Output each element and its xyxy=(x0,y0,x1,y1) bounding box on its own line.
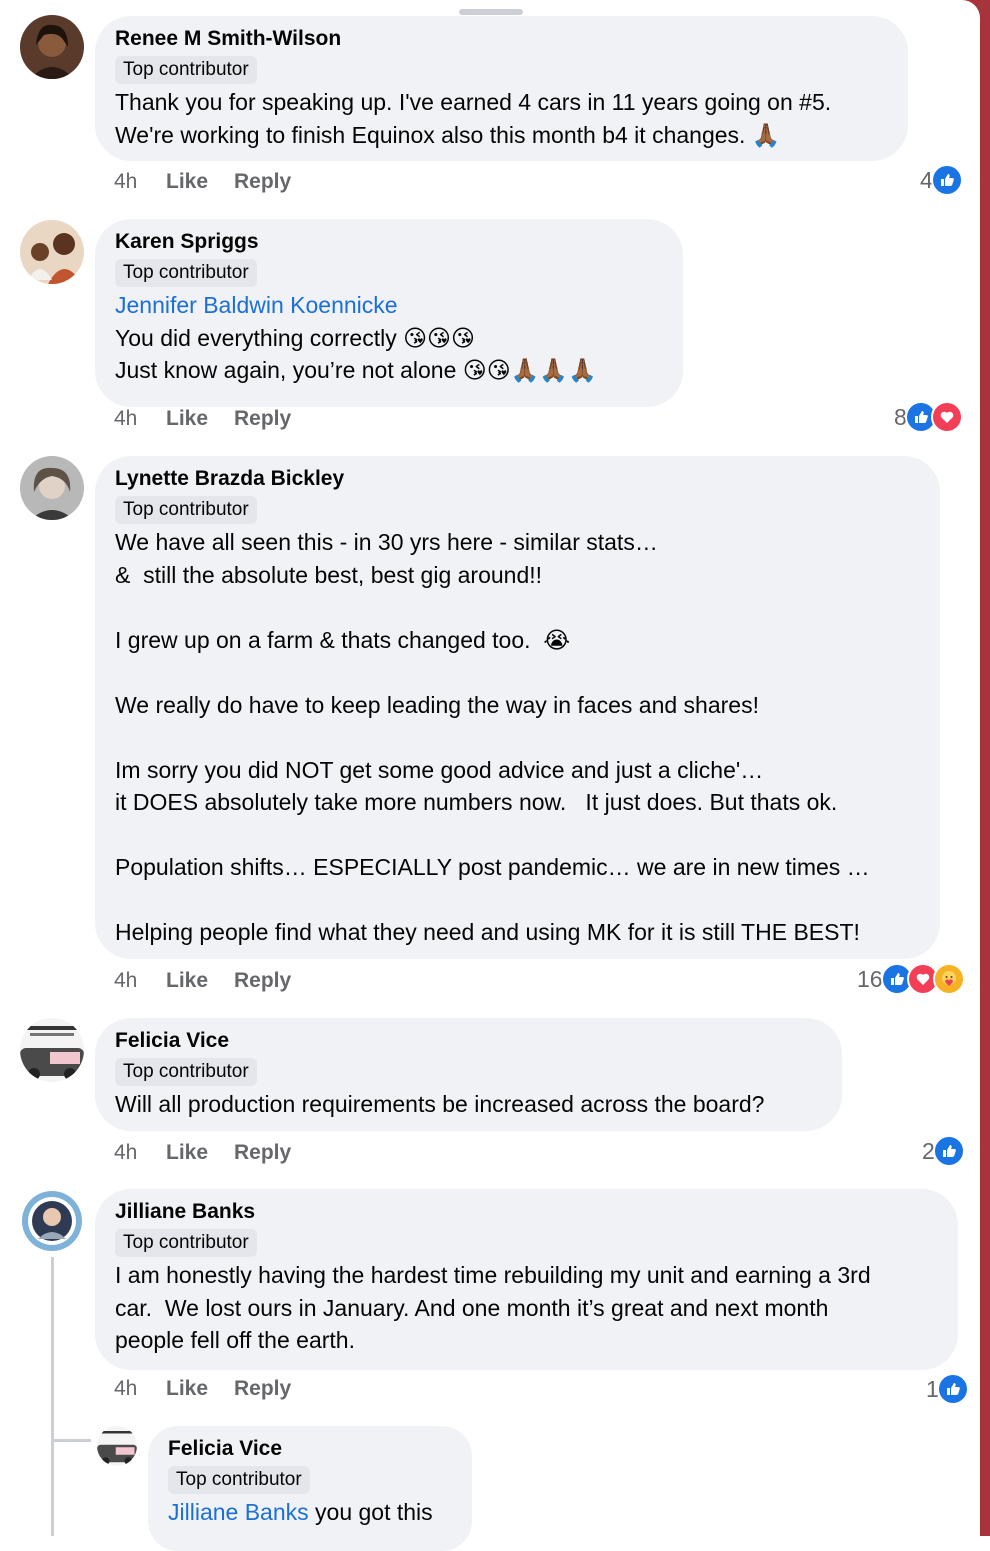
like-button[interactable]: Like xyxy=(166,407,234,431)
mention-link[interactable]: Jennifer Baldwin Koennicke xyxy=(115,289,663,322)
reply-text: Jilliane Banks you got this xyxy=(168,1496,452,1529)
comment: Felicia Vice Top contributor Will all pr… xyxy=(0,1010,980,1185)
like-button[interactable]: Like xyxy=(166,1141,234,1165)
top-contributor-badge[interactable]: Top contributor xyxy=(115,1229,257,1257)
top-contributor-badge[interactable]: Top contributor xyxy=(115,259,257,287)
comment: Lynette Brazda Bickley Top contributor W… xyxy=(0,450,980,1010)
reaction-summary[interactable]: 16 xyxy=(857,963,965,995)
mention-link[interactable]: Jilliane Banks xyxy=(168,1499,309,1525)
comment-text: Will all production requirements be incr… xyxy=(115,1088,822,1121)
comment-line xyxy=(115,591,920,624)
timestamp[interactable]: 4h xyxy=(114,1141,166,1165)
top-contributor-badge[interactable]: Top contributor xyxy=(115,496,257,524)
like-button[interactable]: Like xyxy=(166,1377,234,1401)
window-edge xyxy=(980,0,990,1536)
comment: Jilliane Banks Top contributor I am hone… xyxy=(0,1185,980,1551)
comment-line: Just know again, you’re not alone 😘😘🙏🏾🙏🏾… xyxy=(115,357,597,383)
timestamp[interactable]: 4h xyxy=(114,1377,166,1401)
comment-line: it DOES absolutely take more numbers now… xyxy=(115,789,838,815)
avatar[interactable] xyxy=(20,15,84,79)
comment-line: Thank you for speaking up. I've earned 4… xyxy=(115,89,832,115)
comment-text: Thank you for speaking up. I've earned 4… xyxy=(115,86,888,151)
top-contributor-badge[interactable]: Top contributor xyxy=(168,1466,310,1494)
reaction-count: 16 xyxy=(857,965,883,992)
comment-line: We really do have to keep leading the wa… xyxy=(115,691,759,718)
comment-line xyxy=(115,884,920,917)
comment-line xyxy=(115,721,920,754)
reaction-summary[interactable]: 4 xyxy=(920,164,963,196)
author-name[interactable]: Renee M Smith-Wilson xyxy=(115,26,888,52)
reaction-summary[interactable]: 8 xyxy=(894,401,963,433)
comment-text: We have all seen this - in 30 yrs here -… xyxy=(115,526,920,949)
like-icon xyxy=(930,164,963,196)
comment-actions: 4h Like Reply xyxy=(114,1141,291,1165)
avatar[interactable] xyxy=(20,220,84,284)
top-contributor-badge[interactable]: Top contributor xyxy=(115,1058,257,1086)
author-name[interactable]: Lynette Brazda Bickley xyxy=(115,466,920,492)
comment: Renee M Smith-Wilson Top contributor Tha… xyxy=(0,0,980,210)
comment-line: We have all seen this - in 30 yrs here -… xyxy=(115,529,658,555)
comment-bubble: Jilliane Banks Top contributor I am hone… xyxy=(95,1189,958,1370)
reply-message: you got this xyxy=(308,1499,433,1525)
comment-line xyxy=(115,656,920,689)
comment-actions: 4h Like Reply xyxy=(114,969,291,993)
comment-line xyxy=(115,819,920,852)
reply-avatar[interactable] xyxy=(97,1426,137,1466)
timestamp[interactable]: 4h xyxy=(114,170,166,194)
like-button[interactable]: Like xyxy=(166,170,234,194)
like-icon xyxy=(932,1135,965,1167)
comment-line: Helping people find what they need and u… xyxy=(115,919,860,945)
like-icon xyxy=(936,1373,969,1405)
reply-button[interactable]: Reply xyxy=(234,1377,291,1401)
reaction-summary[interactable]: 1 xyxy=(926,1373,969,1405)
comment-line: car. We lost ours in January. And one mo… xyxy=(115,1294,829,1321)
comment-line: & still the absolute best, best gig arou… xyxy=(115,561,543,588)
reaction-summary[interactable]: 2 xyxy=(922,1135,965,1167)
love-icon xyxy=(930,401,963,433)
comment-bubble: Felicia Vice Top contributor Will all pr… xyxy=(95,1018,842,1131)
author-name[interactable]: Felicia Vice xyxy=(168,1436,452,1462)
comment-line: I am honestly having the hardest time re… xyxy=(115,1262,871,1288)
comment-line: people fell off the earth. xyxy=(115,1327,355,1353)
author-name[interactable]: Jilliane Banks xyxy=(115,1199,938,1225)
care-icon xyxy=(932,963,965,995)
avatar[interactable] xyxy=(20,456,84,520)
comment-line: Will all production requirements be incr… xyxy=(115,1091,765,1117)
comment-bubble: Lynette Brazda Bickley Top contributor W… xyxy=(95,456,940,959)
comment-bubble: Karen Spriggs Top contributor Jennifer B… xyxy=(95,219,683,407)
reply-bubble: Felicia Vice Top contributor Jilliane Ba… xyxy=(148,1426,472,1551)
comment-actions: 4h Like Reply xyxy=(114,170,291,194)
author-name[interactable]: Felicia Vice xyxy=(115,1028,822,1054)
comment-line: Population shifts… ESPECIALLY post pande… xyxy=(115,854,870,880)
comment-text: Jennifer Baldwin Koennicke You did everyt… xyxy=(115,289,663,387)
reply-thread-connector xyxy=(51,1439,91,1442)
comment-line: You did everything correctly 😘😘😘 xyxy=(115,324,476,351)
comment-line: I grew up on a farm & thats changed too.… xyxy=(115,626,571,653)
like-button[interactable]: Like xyxy=(166,969,234,993)
top-contributor-badge[interactable]: Top contributor xyxy=(115,56,257,84)
comment-actions: 4h Like Reply xyxy=(114,407,291,431)
comment-line: We're working to finish Equinox also thi… xyxy=(115,121,781,148)
timestamp[interactable]: 4h xyxy=(114,969,166,993)
comment-line: Im sorry you did NOT get some good advic… xyxy=(115,756,764,783)
author-name[interactable]: Karen Spriggs xyxy=(115,229,663,255)
comment-text: I am honestly having the hardest time re… xyxy=(115,1259,938,1357)
avatar[interactable] xyxy=(20,1018,84,1082)
reply-button[interactable]: Reply xyxy=(234,407,291,431)
reply-button[interactable]: Reply xyxy=(234,969,291,993)
avatar[interactable] xyxy=(20,1189,84,1253)
reply-thread-line xyxy=(51,1257,54,1536)
comment-bubble: Renee M Smith-Wilson Top contributor Tha… xyxy=(95,16,908,161)
reply-button[interactable]: Reply xyxy=(234,170,291,194)
reply-button[interactable]: Reply xyxy=(234,1141,291,1165)
comment: Karen Spriggs Top contributor Jennifer B… xyxy=(0,210,980,450)
timestamp[interactable]: 4h xyxy=(114,407,166,431)
comment-actions: 4h Like Reply xyxy=(114,1377,291,1401)
